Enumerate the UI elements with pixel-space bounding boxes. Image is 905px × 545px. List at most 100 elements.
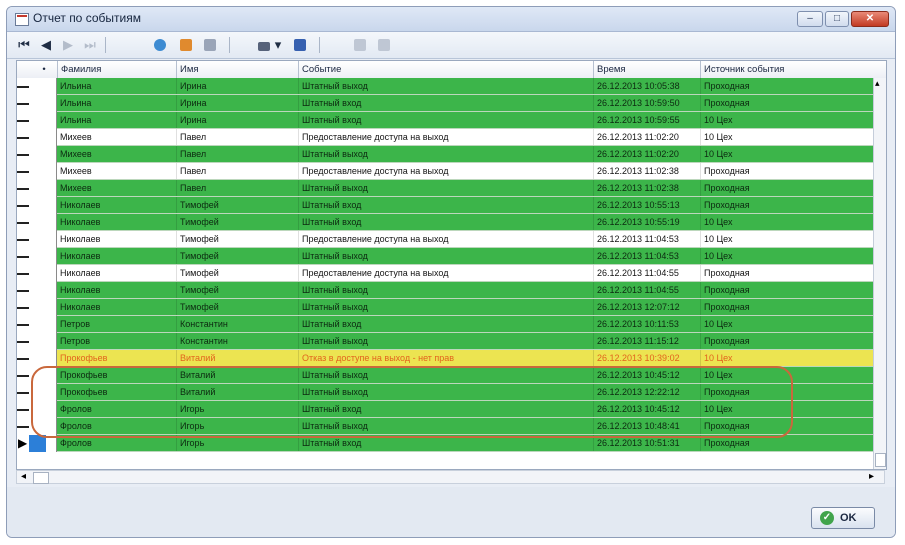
refresh-icon[interactable] — [151, 36, 169, 54]
table-row[interactable]: Николаев Тимофей Штатный вход 26.12.2013 10… — [17, 214, 886, 231]
table-row[interactable]: Михеев Павел Предоставление доступа на вых… — [17, 129, 886, 146]
event-cell[interactable]: Штатный выход — [298, 180, 593, 196]
event-cell[interactable]: Предоставление доступа на выход — [298, 265, 593, 281]
close-button[interactable]: ✕ — [851, 11, 889, 27]
source-cell[interactable]: Проходная — [700, 78, 874, 94]
surname-cell[interactable]: Прокофьев — [57, 367, 176, 383]
source-cell[interactable]: 10 Цех — [700, 231, 874, 247]
surname-cell[interactable]: Николаев — [57, 197, 176, 213]
name-cell[interactable]: Тимофей — [176, 282, 298, 298]
event-cell[interactable]: Штатный выход — [298, 146, 593, 162]
table-row[interactable]: Прокофьев Виталий Штатный выход 26.12.2013 … — [17, 384, 886, 401]
event-cell[interactable]: Отказ в доступе на выход - нет прав — [298, 350, 593, 366]
column-header-surname[interactable]: Фамилия — [57, 61, 176, 78]
row-indicator[interactable] — [17, 197, 57, 214]
row-indicator[interactable]: ▶ — [17, 435, 57, 452]
table-row[interactable]: Петров Константин Штатный выход 26.12.2013 … — [17, 333, 886, 350]
source-cell[interactable]: 10 Цех — [700, 112, 874, 128]
name-cell[interactable]: Тимофей — [176, 299, 298, 315]
time-cell[interactable]: 26.12.2013 11:02:20 — [593, 146, 700, 162]
scroll-right-icon[interactable]: ▸ — [869, 471, 874, 482]
indicator-column-header[interactable]: • — [17, 61, 57, 78]
surname-cell[interactable]: Михеев — [57, 180, 176, 196]
name-cell[interactable]: Тимофей — [176, 214, 298, 230]
name-cell[interactable]: Павел — [176, 180, 298, 196]
event-cell[interactable]: Штатный выход — [298, 78, 593, 94]
name-cell[interactable]: Игорь — [176, 401, 298, 417]
ok-button[interactable]: ✓ OK — [811, 507, 875, 529]
name-cell[interactable]: Виталий — [176, 367, 298, 383]
row-indicator[interactable] — [17, 418, 57, 435]
table-row[interactable]: Михеев Павел Штатный выход 26.12.2013 11:02… — [17, 146, 886, 163]
scroll-left-icon[interactable]: ◂ — [21, 471, 26, 482]
table-row[interactable]: Ильина Ирина Штатный вход 26.12.2013 10:59:… — [17, 95, 886, 112]
row-indicator[interactable] — [17, 333, 57, 350]
page-setup-icon[interactable] — [375, 36, 393, 54]
time-cell[interactable]: 26.12.2013 10:45:12 — [593, 367, 700, 383]
row-indicator[interactable] — [17, 316, 57, 333]
time-cell[interactable]: 26.12.2013 11:15:12 — [593, 333, 700, 349]
source-cell[interactable]: 10 Цех — [700, 401, 874, 417]
time-cell[interactable]: 26.12.2013 10:55:19 — [593, 214, 700, 230]
source-cell[interactable]: Проходная — [700, 418, 874, 434]
name-cell[interactable]: Тимофей — [176, 197, 298, 213]
time-cell[interactable]: 26.12.2013 12:07:12 — [593, 299, 700, 315]
column-header-name[interactable]: Имя — [176, 61, 298, 78]
source-cell[interactable]: Проходная — [700, 265, 874, 281]
row-indicator[interactable] — [17, 299, 57, 316]
time-cell[interactable]: 26.12.2013 11:02:38 — [593, 163, 700, 179]
time-cell[interactable]: 26.12.2013 10:59:55 — [593, 112, 700, 128]
maximize-button[interactable]: □ — [825, 11, 849, 27]
event-cell[interactable]: Предоставление доступа на выход — [298, 231, 593, 247]
row-indicator[interactable] — [17, 163, 57, 180]
event-cell[interactable]: Штатный вход — [298, 112, 593, 128]
source-cell[interactable]: Проходная — [700, 333, 874, 349]
table-row[interactable]: Николаев Тимофей Предоставление доступа на… — [17, 231, 886, 248]
table-row[interactable]: Николаев Тимофей Штатный выход 26.12.2013 1… — [17, 248, 886, 265]
time-cell[interactable]: 26.12.2013 11:02:20 — [593, 129, 700, 145]
time-cell[interactable]: 26.12.2013 11:02:38 — [593, 180, 700, 196]
event-cell[interactable]: Штатный выход — [298, 418, 593, 434]
name-cell[interactable]: Павел — [176, 163, 298, 179]
name-cell[interactable]: Павел — [176, 146, 298, 162]
event-cell[interactable]: Штатный вход — [298, 95, 593, 111]
table-row[interactable]: Прокофьев Виталий Отказ в доступе на выход… — [17, 350, 886, 367]
row-indicator[interactable] — [17, 180, 57, 197]
table-row[interactable]: Николаев Тимофей Предоставление доступа на… — [17, 265, 886, 282]
source-cell[interactable]: Проходная — [700, 384, 874, 400]
event-cell[interactable]: Штатный вход — [298, 316, 593, 332]
event-cell[interactable]: Штатный вход — [298, 214, 593, 230]
surname-cell[interactable]: Николаев — [57, 214, 176, 230]
name-cell[interactable]: Игорь — [176, 435, 298, 451]
name-cell[interactable]: Павел — [176, 129, 298, 145]
surname-cell[interactable]: Петров — [57, 316, 176, 332]
event-cell[interactable]: Штатный выход — [298, 384, 593, 400]
event-cell[interactable]: Штатный вход — [298, 401, 593, 417]
name-cell[interactable]: Виталий — [176, 384, 298, 400]
row-indicator[interactable] — [17, 248, 57, 265]
time-cell[interactable]: 26.12.2013 11:04:53 — [593, 248, 700, 264]
event-cell[interactable]: Штатный выход — [298, 333, 593, 349]
time-cell[interactable]: 26.12.2013 11:04:55 — [593, 265, 700, 281]
surname-cell[interactable]: Михеев — [57, 129, 176, 145]
row-indicator[interactable] — [17, 112, 57, 129]
time-cell[interactable]: 26.12.2013 11:04:55 — [593, 282, 700, 298]
source-cell[interactable]: 10 Цех — [700, 367, 874, 383]
surname-cell[interactable]: Фролов — [57, 435, 176, 451]
export-excel-icon[interactable] — [177, 36, 195, 54]
row-indicator[interactable] — [17, 214, 57, 231]
event-cell[interactable]: Предоставление доступа на выход — [298, 163, 593, 179]
table-row[interactable]: Николаев Тимофей Штатный выход 26.12.2013 1… — [17, 282, 886, 299]
time-cell[interactable]: 26.12.2013 10:55:13 — [593, 197, 700, 213]
time-cell[interactable]: 26.12.2013 11:04:53 — [593, 231, 700, 247]
event-cell[interactable]: Штатный выход — [298, 299, 593, 315]
source-cell[interactable]: Проходная — [700, 180, 874, 196]
surname-cell[interactable]: Фролов — [57, 401, 176, 417]
surname-cell[interactable]: Прокофьев — [57, 350, 176, 366]
horizontal-scrollbar[interactable]: ◂ ▸ — [16, 470, 885, 484]
row-indicator[interactable] — [17, 282, 57, 299]
row-indicator[interactable] — [17, 231, 57, 248]
minimize-button[interactable]: – — [797, 11, 823, 27]
first-record-button[interactable]: ⏮ — [15, 36, 33, 54]
print-preview-icon[interactable] — [351, 36, 369, 54]
